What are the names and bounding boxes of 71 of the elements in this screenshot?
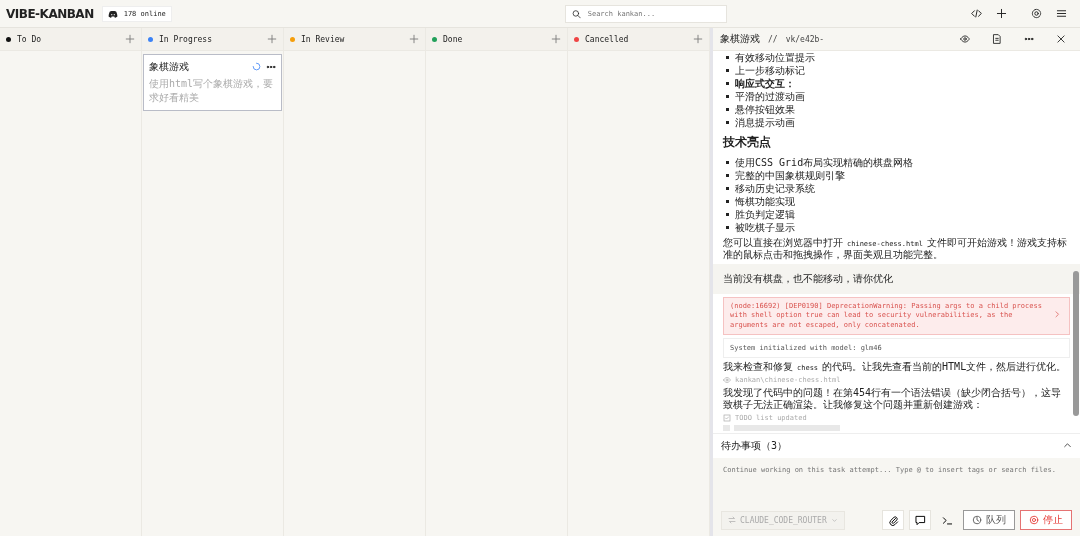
code-icon (971, 8, 982, 19)
column-title: In Progress (159, 34, 212, 44)
stop-icon (1029, 515, 1039, 525)
list-item: 消息提示动画 (735, 116, 795, 129)
discord-icon (107, 8, 118, 19)
scrollbar[interactable] (1073, 271, 1079, 416)
plus-icon (409, 34, 419, 44)
bullet-icon (726, 69, 729, 72)
comment-icon (914, 514, 926, 526)
caret-icon (830, 516, 838, 524)
task-description: 使用html写个象棋游戏，要求好看精美 (149, 77, 275, 105)
plus-icon (125, 34, 135, 44)
spinner-icon (252, 61, 261, 71)
bullet-icon (726, 56, 729, 59)
eye-icon (960, 34, 970, 44)
task-card[interactable]: 象棋游戏 使用html写个象棋游戏，要求好看精美 (143, 54, 282, 111)
clock-icon (972, 515, 982, 525)
settings-icon (1031, 8, 1042, 19)
column-title: Cancelled (585, 34, 629, 44)
column-title: In Review (301, 34, 345, 44)
bullet-icon (726, 95, 729, 98)
logo: VIBE-KANBAN (6, 6, 94, 21)
section-heading: 技术亮点 (723, 134, 772, 151)
column-title: To Do (17, 34, 42, 44)
bullet-icon (726, 121, 729, 124)
task-title: 象棋游戏 (720, 32, 760, 46)
menu-icon (1056, 8, 1067, 19)
todo-label: 待办事项（3） (721, 439, 788, 453)
list-item: 使用CSS Grid布局实现精确的棋盘网格 (735, 156, 914, 169)
attach-button[interactable] (882, 510, 904, 530)
bullet-icon (726, 226, 729, 229)
message-text: 我发现了代码中的问题！在第454行有一个语法错误（缺少闭合括号），这导致棋子无法正确渲染。让我修复这个问题并重新创建游戏： (723, 387, 1063, 412)
bullet-icon (726, 108, 729, 111)
plus-icon (267, 34, 277, 44)
list-item: 完整的中国象棋规则引擎 (735, 169, 845, 182)
plus-icon (996, 8, 1007, 19)
bullet-icon (726, 161, 729, 164)
swap-icon (728, 516, 736, 524)
search-icon (571, 8, 581, 19)
terminal-icon (941, 514, 953, 526)
plus-icon (551, 34, 561, 44)
checkbox-icon (723, 414, 731, 423)
list-item: 上一步移动标记 (735, 64, 805, 77)
close-icon (1056, 34, 1066, 44)
user-message: 当前没有棋盘，也不能移动，请你优化 (713, 264, 1080, 294)
list-item: 悔棋功能实现 (735, 195, 795, 208)
list-item: 悬停按钮效果 (735, 103, 795, 116)
list-item: 平滑的过渡动画 (735, 90, 805, 103)
eye-icon (723, 376, 731, 385)
list-item: 有效移动位置提示 (735, 51, 815, 64)
column-title: Done (443, 34, 463, 44)
list-item: 胜负判定逻辑 (735, 208, 795, 221)
list-item: 响应式交互： (735, 77, 795, 90)
comment-button[interactable] (909, 510, 931, 530)
bullet-icon (726, 82, 729, 85)
queue-button[interactable]: 队列 (963, 510, 1015, 530)
chevron-icon (1053, 310, 1061, 319)
branch-name: vk/e42b- (785, 34, 825, 44)
bullet-icon (726, 200, 729, 203)
document-icon (992, 34, 1002, 44)
plus-icon (693, 34, 703, 44)
paperclip-icon (887, 514, 899, 526)
separator: // (768, 34, 778, 44)
list-item: 移动历史记录系统 (735, 182, 815, 195)
stop-button[interactable]: 停止 (1020, 510, 1072, 530)
task-title: 象棋游戏 (149, 60, 190, 74)
bullet-icon (726, 187, 729, 190)
chevron-up-icon (1063, 440, 1072, 450)
bullet-icon (726, 213, 729, 216)
bullet-icon (726, 174, 729, 177)
list-item: 被吃棋子显示 (735, 221, 795, 234)
